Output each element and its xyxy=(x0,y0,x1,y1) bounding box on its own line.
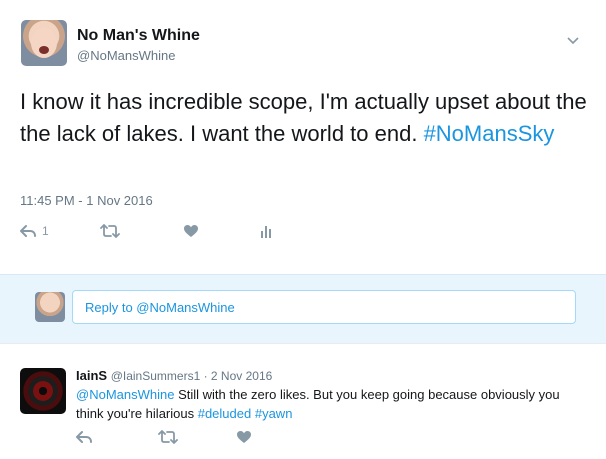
reply-hashtag-yawn[interactable]: #yawn xyxy=(255,406,293,421)
reply-icon xyxy=(76,431,92,443)
reply-mention[interactable]: @NoMansWhine xyxy=(76,387,174,402)
heart-icon xyxy=(184,225,198,237)
main-tweet: No Man's Whine @NoMansWhine I know it ha… xyxy=(0,0,606,274)
analytics-icon xyxy=(261,226,271,238)
author-name[interactable]: No Man's Whine xyxy=(77,27,200,45)
reply-like-button[interactable] xyxy=(236,430,252,444)
reply-actions xyxy=(76,430,376,448)
reply-button[interactable]: 1 xyxy=(20,224,49,238)
current-user-avatar xyxy=(35,292,65,322)
tweet-text: I know it has incredible scope, I'm actu… xyxy=(20,86,590,150)
author-handle[interactable]: @NoMansWhine xyxy=(77,48,175,63)
chevron-down-icon[interactable] xyxy=(566,36,580,46)
reply-input[interactable]: Reply to @NoMansWhine xyxy=(72,290,576,324)
tweet-hashtag[interactable]: #NoMansSky xyxy=(424,121,555,146)
tweet-timestamp[interactable]: 11:45 PM - 1 Nov 2016 xyxy=(20,193,153,208)
reply-hashtag-deluded[interactable]: #deluded xyxy=(198,406,252,421)
reply-icon xyxy=(20,225,36,237)
retweet-icon xyxy=(100,224,120,238)
reply-bar: Reply to @NoMansWhine xyxy=(0,274,606,344)
analytics-button[interactable] xyxy=(260,224,272,238)
retweet-icon xyxy=(158,430,178,444)
reply-author-meta[interactable]: @IainSummers1 · 2 Nov 2016 xyxy=(111,369,273,383)
reply-reply-button[interactable] xyxy=(76,430,92,444)
avatar-mouth xyxy=(39,46,49,54)
reply-header: IainS @IainSummers1 · 2 Nov 2016 xyxy=(76,368,272,383)
heart-icon xyxy=(237,431,251,443)
reply-author-name[interactable]: IainS xyxy=(76,368,107,383)
reply-count: 1 xyxy=(42,224,49,238)
reply-author-avatar[interactable] xyxy=(20,368,66,414)
reply-retweet-button[interactable] xyxy=(158,430,178,444)
like-button[interactable] xyxy=(183,224,199,238)
author-avatar[interactable] xyxy=(21,20,67,66)
reply-text: @NoMansWhine Still with the zero likes. … xyxy=(76,385,576,423)
retweet-button[interactable] xyxy=(100,224,120,238)
tweet-actions: 1 xyxy=(20,224,320,244)
